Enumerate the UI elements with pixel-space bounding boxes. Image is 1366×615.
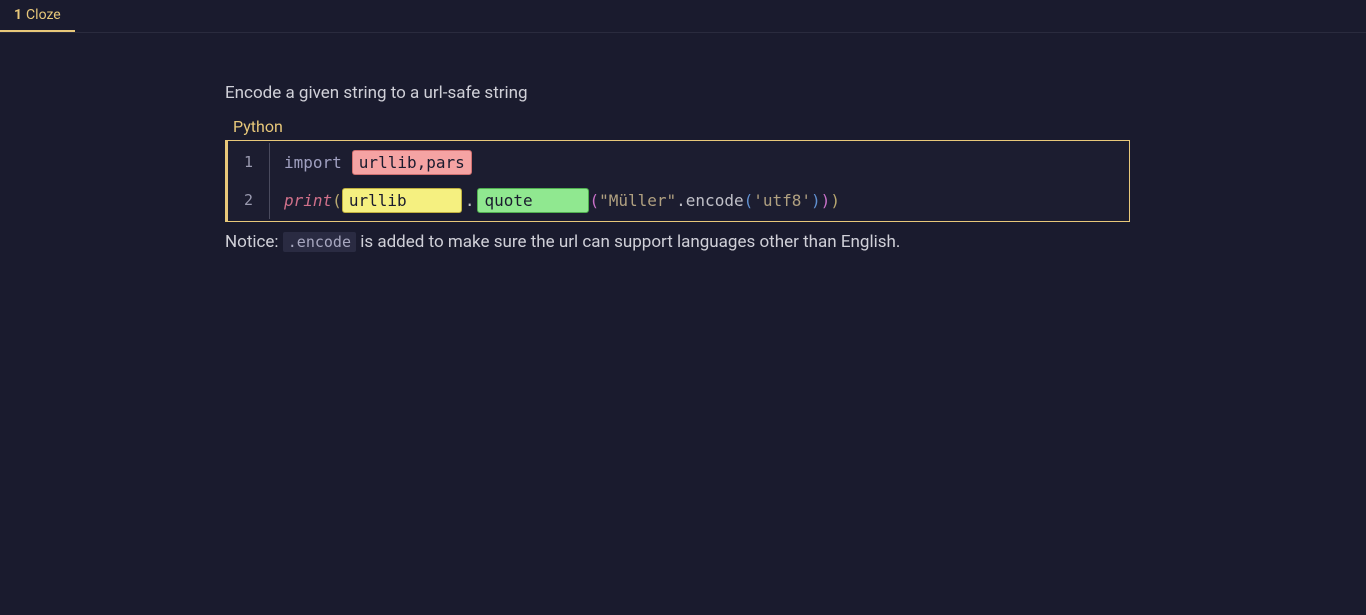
code-line-1: 1 import urllib,pars	[228, 143, 1129, 181]
cloze-field-yellow[interactable]: urllib	[342, 188, 462, 213]
string-literal: "Müller"	[599, 191, 676, 210]
card-content: Encode a given string to a url-safe stri…	[0, 33, 1130, 252]
tab-bar: 1Cloze	[0, 0, 1366, 33]
code-line-2: 2 print(urllib.quote("Müller".encode('ut…	[228, 181, 1129, 219]
line-number: 1	[228, 143, 270, 181]
paren-open-3: (	[744, 191, 754, 210]
paren-open-2: (	[589, 191, 599, 210]
keyword-import: import	[284, 153, 342, 172]
method-encode: .encode	[676, 191, 743, 210]
paren-open: (	[332, 191, 342, 210]
cloze-field-green[interactable]: quote	[477, 188, 589, 213]
function-print: print	[284, 191, 332, 210]
notice-suffix: is added to make sure the url can suppor…	[356, 232, 900, 252]
prompt-text: Encode a given string to a url-safe stri…	[225, 83, 1130, 103]
paren-close: )	[830, 191, 840, 210]
cloze-field-pink[interactable]: urllib,pars	[352, 150, 472, 175]
code-block: 1 import urllib,pars 2 print(urllib.quot…	[225, 140, 1130, 222]
code-content: print(urllib.quote("Müller".encode('utf8…	[270, 188, 840, 213]
notice-text: Notice: .encode is added to make sure th…	[225, 232, 1130, 252]
dot-operator: .	[465, 191, 475, 210]
notice-prefix: Notice:	[225, 232, 283, 252]
paren-close-2: )	[821, 191, 831, 210]
inline-code-encode: .encode	[283, 232, 356, 252]
code-language-label: Python	[233, 117, 1130, 136]
paren-close-3: )	[811, 191, 821, 210]
tab-label: Cloze	[26, 7, 61, 23]
code-content: import urllib,pars	[270, 150, 472, 175]
tab-cloze[interactable]: 1Cloze	[0, 0, 75, 32]
line-number: 2	[228, 181, 270, 219]
tab-number: 1	[14, 7, 22, 23]
string-literal-2: 'utf8'	[753, 191, 811, 210]
